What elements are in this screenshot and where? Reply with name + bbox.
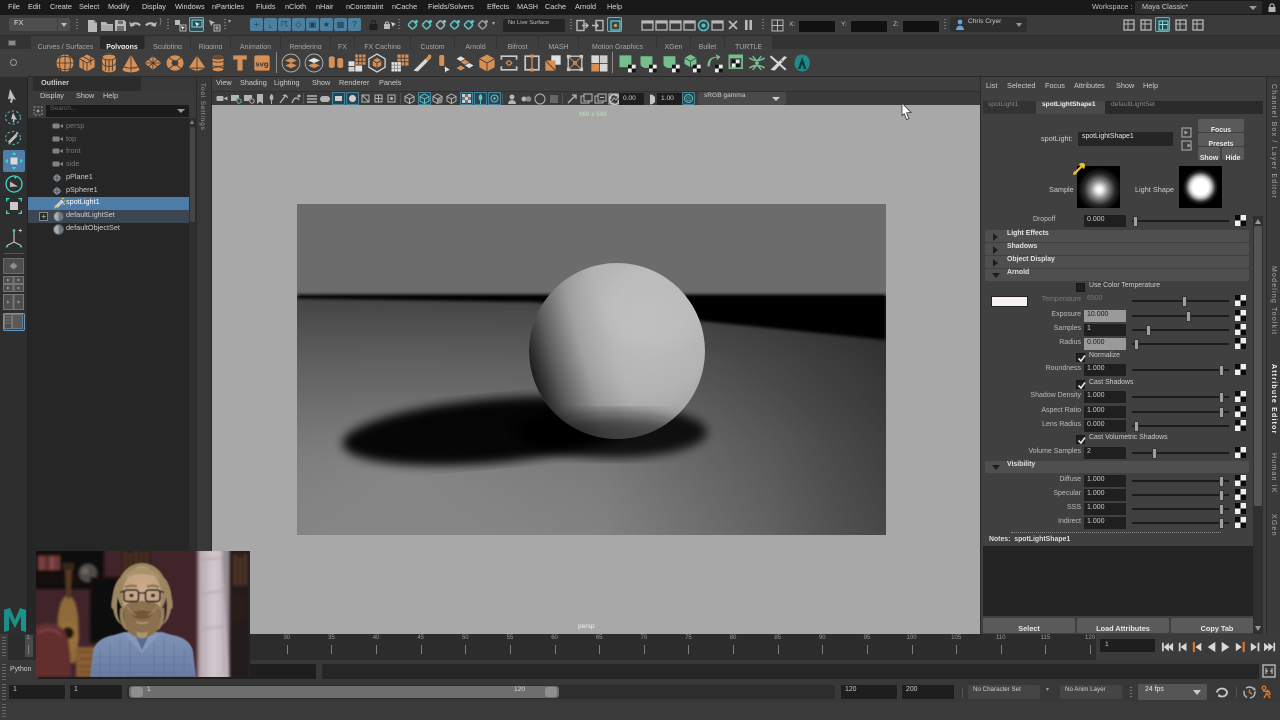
svg-text:G: G xyxy=(686,97,691,103)
svg-text:svg: svg xyxy=(255,59,268,68)
